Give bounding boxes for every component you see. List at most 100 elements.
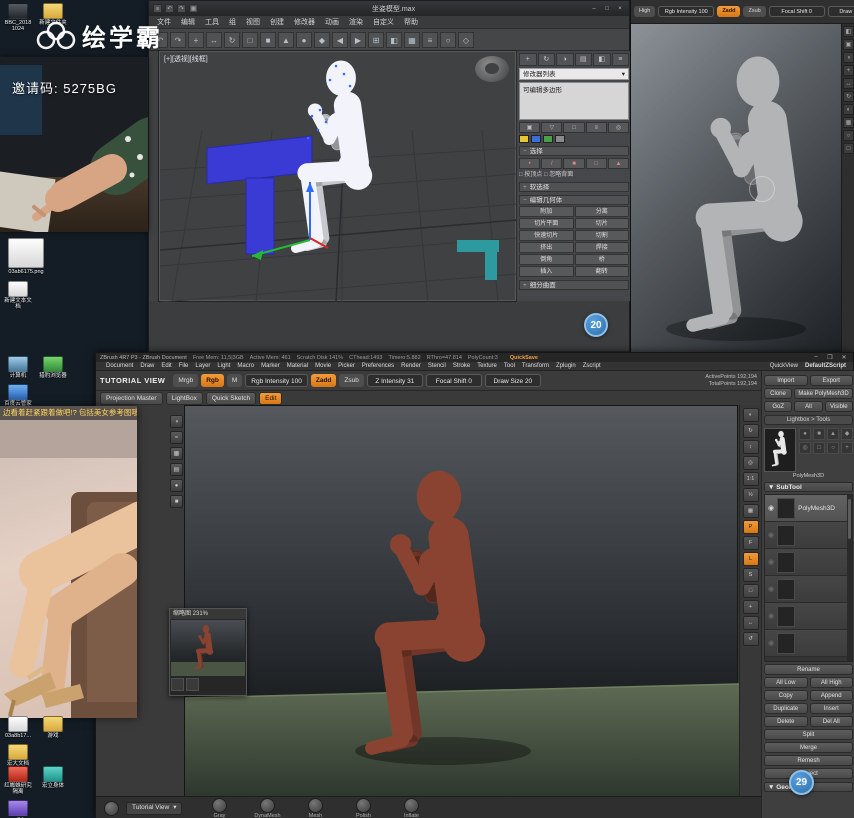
subtool-row[interactable]: ◉	[765, 522, 852, 549]
toolbar-chip[interactable]: High	[634, 6, 656, 17]
menu-item[interactable]: Macro	[234, 363, 257, 369]
subtool-row[interactable]: ◉	[765, 630, 852, 657]
import-button[interactable]: Import	[764, 375, 808, 386]
stack-control-icon[interactable]: ≡	[585, 122, 607, 133]
visibility-eye-icon[interactable]: ◉	[768, 612, 774, 620]
subtool-action-button[interactable]: All Low	[764, 677, 808, 688]
rollout-selection[interactable]: − 选择	[519, 146, 629, 156]
shelf-chip[interactable]: M	[226, 374, 243, 387]
make-polymesh-button[interactable]: Make PolyMesh3D	[794, 388, 853, 399]
menu-item[interactable]: Layer	[192, 363, 213, 369]
menu-item[interactable]: Tool	[501, 363, 518, 369]
restore-button[interactable]: ❐	[825, 354, 835, 361]
subtool-row[interactable]: ◉	[765, 576, 852, 603]
subobject-icon[interactable]: /	[541, 158, 563, 169]
tool-thumbnail[interactable]: ■	[813, 428, 825, 440]
goz-button[interactable]: GoZ	[764, 401, 793, 412]
visibility-eye-icon[interactable]: ◉	[768, 639, 774, 647]
max-toolbar-icon[interactable]: ≡	[422, 31, 438, 48]
export-all-button[interactable]: All	[794, 401, 823, 412]
max-menu-item[interactable]: 帮助	[400, 17, 422, 27]
shelf-icon[interactable]: ◑	[843, 52, 854, 63]
right-shelf-icon[interactable]: □	[742, 584, 759, 598]
max-toolbar-icon[interactable]: ●	[296, 31, 312, 48]
visibility-eye-icon[interactable]: ◉	[768, 558, 774, 566]
geometry-button[interactable]: 插入	[519, 266, 574, 277]
swatch-yellow[interactable]	[519, 135, 529, 143]
max-toolbar-icon[interactable]: ↷	[170, 31, 186, 48]
desktop-icon[interactable]: 游戏	[38, 716, 68, 739]
subtool-action-button[interactable]: Delete	[764, 716, 808, 727]
subtool-scrollbar[interactable]	[847, 495, 852, 661]
max-toolbar-icon[interactable]: ■	[260, 31, 276, 48]
geometry-button[interactable]: 翻转	[574, 266, 629, 277]
subtool-action-button[interactable]: Remesh	[764, 755, 853, 766]
menu-item[interactable]: Stencil	[425, 363, 449, 369]
shelf-chip[interactable]: Focal Shift 0	[425, 374, 482, 387]
step-badge-top[interactable]: 20	[584, 313, 608, 337]
export-visible-button[interactable]: Visible	[824, 401, 853, 412]
right-shelf-icon[interactable]: S	[742, 568, 759, 582]
command-panel-tab[interactable]: ▤	[574, 53, 592, 66]
tool-thumbnail[interactable]: +	[841, 442, 853, 454]
menu-item[interactable]: Material	[284, 363, 311, 369]
command-panel-tab[interactable]: ≡	[611, 53, 629, 66]
home-circle-button[interactable]	[102, 800, 120, 816]
shelf-icon[interactable]: ◧	[843, 26, 854, 37]
geometry-button[interactable]: 分离	[574, 206, 629, 217]
max-toolbar-icon[interactable]: □	[242, 31, 258, 48]
zbrush-titlebar[interactable]: ZBrush 4R7 P3 - ZBrush Document Free Mem…	[96, 353, 853, 362]
view-selector[interactable]: Tutorial View ▾	[126, 801, 183, 815]
viewcube[interactable]	[475, 56, 509, 82]
shelf-icon[interactable]: ◐	[843, 104, 854, 115]
shelf-chip[interactable]: Zadd	[310, 374, 337, 387]
subtool-header[interactable]: ▼ SubTool	[764, 482, 853, 492]
left-shelf-icon[interactable]: ▦	[170, 447, 183, 460]
tool-thumbnail[interactable]: ◎	[799, 442, 811, 454]
shelf-chip[interactable]: Zsub	[339, 374, 364, 387]
shelf-icon[interactable]: ↔	[843, 78, 854, 89]
thumbnail-window[interactable]: 缩略图 231%	[169, 608, 247, 696]
tool-thumbnail[interactable]: ○	[827, 442, 839, 454]
menu-item[interactable]: Zscript	[580, 363, 604, 369]
geometry-button[interactable]: 附加	[519, 206, 574, 217]
right-shelf-icon[interactable]: ↔	[742, 616, 759, 630]
lightbox-tools-button[interactable]: Lightbox > Tools	[764, 415, 853, 425]
lightbox-button[interactable]: LightBox	[165, 391, 203, 405]
geometry-button[interactable]: 桥	[574, 254, 629, 265]
tool-thumbnail[interactable]: ◆	[841, 428, 853, 440]
right-shelf-icon[interactable]: L	[742, 552, 759, 566]
geometry-button[interactable]: 挤出	[519, 242, 574, 253]
max-menu-item[interactable]: 编辑	[177, 17, 199, 27]
desktop-icon[interactable]: 03ab6175.png	[3, 238, 49, 275]
menu-item[interactable]: Picker	[335, 363, 358, 369]
subobject-icon[interactable]: ▲	[607, 158, 630, 169]
subtool-action-button[interactable]: Merge	[764, 742, 853, 753]
max-menu-item[interactable]: 修改器	[290, 17, 319, 27]
minimize-button[interactable]: –	[811, 354, 821, 361]
menu-item[interactable]: Transform	[519, 363, 552, 369]
right-shelf-icon[interactable]: ↕	[742, 440, 759, 454]
geometry-button[interactable]: 切割	[574, 230, 629, 241]
max-logo-icon[interactable]: ≡	[153, 4, 162, 13]
visibility-eye-icon[interactable]: ◉	[768, 504, 774, 512]
subtool-action-button[interactable]: All High	[809, 677, 853, 688]
toolbar-chip[interactable]: Rgb Intensity 100	[658, 6, 715, 17]
desktop-icon[interactable]: 宏大文档	[3, 744, 33, 767]
right-shelf-icon[interactable]: ↺	[742, 632, 759, 646]
menu-item[interactable]: Stroke	[450, 363, 473, 369]
desktop-icon[interactable]: 新建文本文档	[3, 281, 33, 310]
export-button[interactable]: Export	[809, 375, 853, 386]
max-titlebar[interactable]: ≡ ↶ ↷ ▦ 坐姿模型.max – □ ×	[149, 1, 629, 16]
max-toolbar-icon[interactable]: ◀	[332, 31, 348, 48]
visibility-eye-icon[interactable]: ◉	[768, 531, 774, 539]
close-button[interactable]: ✕	[839, 354, 849, 361]
viewport-label[interactable]: [+][透视][线框]	[164, 54, 208, 64]
subtool-row[interactable]: ◉	[765, 603, 852, 630]
desktop-icon[interactable]: 百度云管家	[3, 384, 33, 407]
subtool-action-button[interactable]: Append	[809, 690, 853, 701]
shelf-chip[interactable]: Rgb	[201, 374, 224, 387]
visibility-eye-icon[interactable]: ◉	[768, 585, 774, 593]
shelf-chip[interactable]: Draw Size 20	[484, 374, 541, 387]
max-menu-item[interactable]: 动画	[321, 17, 343, 27]
